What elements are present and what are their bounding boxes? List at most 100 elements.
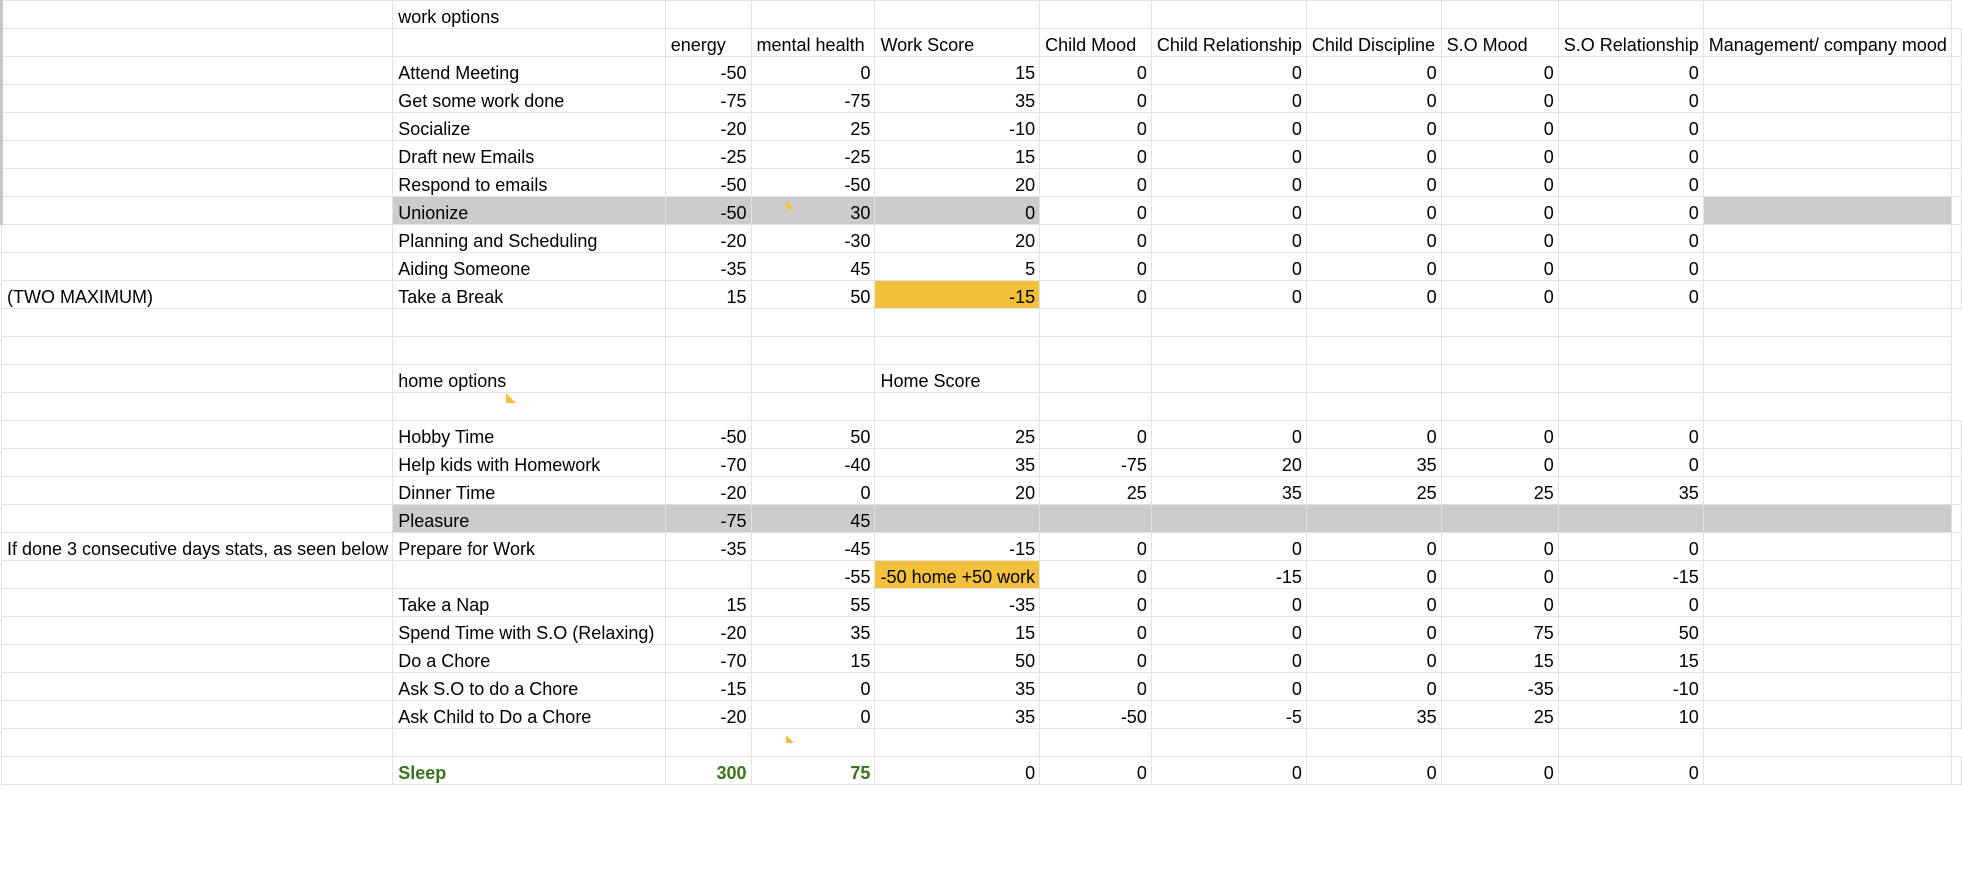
- cell[interactable]: -25: [750, 140, 876, 169]
- cell[interactable]: 75: [1440, 616, 1559, 645]
- cell[interactable]: 0: [1557, 588, 1704, 617]
- cell[interactable]: 0: [1440, 532, 1559, 561]
- cell[interactable]: -35: [874, 588, 1041, 617]
- cell[interactable]: -20: [664, 476, 752, 505]
- cell[interactable]: 0: [1305, 672, 1442, 701]
- cell[interactable]: 0: [1557, 420, 1704, 449]
- row-label[interactable]: Socialize: [392, 112, 666, 141]
- row-label[interactable]: Prepare for Work: [392, 532, 666, 561]
- cell[interactable]: -45: [750, 532, 876, 561]
- cell[interactable]: 55: [750, 588, 876, 617]
- cell[interactable]: 0: [1440, 252, 1559, 281]
- cell[interactable]: -25: [664, 140, 752, 169]
- cell[interactable]: 0: [1039, 140, 1152, 169]
- cell[interactable]: 0: [1305, 420, 1442, 449]
- cell[interactable]: 0: [1039, 560, 1152, 589]
- cell[interactable]: 0: [1557, 112, 1704, 141]
- cell[interactable]: -75: [664, 84, 752, 113]
- cell[interactable]: -20: [664, 616, 752, 645]
- cell[interactable]: 0: [1440, 224, 1559, 253]
- row-label[interactable]: Take a Nap: [392, 588, 666, 617]
- cell[interactable]: 50: [750, 280, 876, 309]
- cell[interactable]: -40: [750, 448, 876, 477]
- header-mental-health[interactable]: mental health: [750, 28, 876, 57]
- cell[interactable]: 0: [1150, 280, 1307, 309]
- highlighted-cell[interactable]: -50 home +50 work: [874, 560, 1041, 589]
- cell[interactable]: 0: [750, 476, 876, 505]
- cell[interactable]: 35: [874, 700, 1041, 729]
- row-label[interactable]: Spend Time with S.O (Relaxing): [392, 616, 666, 645]
- cell[interactable]: 0: [1039, 280, 1152, 309]
- cell[interactable]: -10: [874, 112, 1041, 141]
- cell[interactable]: 35: [874, 84, 1041, 113]
- cell[interactable]: -20: [664, 112, 752, 141]
- row-label[interactable]: Dinner Time: [392, 476, 666, 505]
- cell[interactable]: 0: [1150, 616, 1307, 645]
- cell[interactable]: 0: [1440, 756, 1559, 785]
- row-label[interactable]: Planning and Scheduling: [392, 224, 666, 253]
- header-home-score[interactable]: Home Score: [874, 364, 1041, 393]
- home-options-title[interactable]: home options: [392, 364, 666, 393]
- cell[interactable]: 0: [1039, 588, 1152, 617]
- cell[interactable]: -50: [664, 420, 752, 449]
- cell[interactable]: 0: [1039, 196, 1152, 225]
- cell[interactable]: 0: [1039, 252, 1152, 281]
- row-label[interactable]: Aiding Someone: [392, 252, 666, 281]
- cell[interactable]: 0: [1150, 112, 1307, 141]
- cell[interactable]: 0: [1557, 56, 1704, 85]
- cell[interactable]: 0: [1440, 112, 1559, 141]
- cell[interactable]: 0: [1039, 532, 1152, 561]
- cell[interactable]: 0: [1305, 224, 1442, 253]
- cell[interactable]: -20: [664, 224, 752, 253]
- cell[interactable]: 0: [1150, 420, 1307, 449]
- cell[interactable]: 0: [1557, 756, 1704, 785]
- cell[interactable]: 0: [750, 56, 876, 85]
- cell[interactable]: [664, 560, 752, 589]
- comment-flag-icon[interactable]: [506, 393, 516, 403]
- header-management-mood[interactable]: Management/ company mood: [1702, 28, 1953, 57]
- cell[interactable]: 45: [750, 252, 876, 281]
- cell[interactable]: 0: [1440, 280, 1559, 309]
- cell[interactable]: 15: [664, 588, 752, 617]
- cell[interactable]: -10: [1557, 672, 1704, 701]
- cell[interactable]: 0: [1305, 560, 1442, 589]
- cell[interactable]: 0: [1305, 616, 1442, 645]
- header-so-mood[interactable]: S.O Mood: [1440, 28, 1559, 57]
- cell[interactable]: 35: [874, 672, 1041, 701]
- cell[interactable]: -20: [664, 700, 752, 729]
- cell[interactable]: 0: [750, 700, 876, 729]
- cell[interactable]: 0: [1305, 112, 1442, 141]
- cell[interactable]: -50: [664, 196, 752, 225]
- cell[interactable]: -50: [664, 168, 752, 197]
- cell[interactable]: 20: [1150, 448, 1307, 477]
- cell[interactable]: 0: [1440, 140, 1559, 169]
- header-energy[interactable]: energy: [664, 28, 752, 57]
- cell[interactable]: 0: [1305, 644, 1442, 673]
- header-child-discipline[interactable]: Child Discipline: [1305, 28, 1442, 57]
- cell[interactable]: -75: [750, 84, 876, 113]
- cell[interactable]: 0: [1557, 252, 1704, 281]
- cell[interactable]: -30: [750, 224, 876, 253]
- cell[interactable]: 0: [1039, 56, 1152, 85]
- cell[interactable]: 0: [1039, 84, 1152, 113]
- cell[interactable]: 0: [1039, 168, 1152, 197]
- cell[interactable]: 0: [1305, 196, 1442, 225]
- row-label[interactable]: Pleasure: [392, 504, 666, 533]
- cell[interactable]: 25: [1440, 700, 1559, 729]
- cell[interactable]: 20: [874, 168, 1041, 197]
- cell[interactable]: 0: [1557, 84, 1704, 113]
- cell[interactable]: 0: [1557, 280, 1704, 309]
- cell[interactable]: -70: [664, 644, 752, 673]
- cell[interactable]: 0: [1440, 196, 1559, 225]
- cell[interactable]: 0: [1440, 420, 1559, 449]
- cell[interactable]: 45: [750, 504, 876, 533]
- cell[interactable]: 0: [1039, 672, 1152, 701]
- cell[interactable]: 15: [874, 140, 1041, 169]
- row-label[interactable]: Attend Meeting: [392, 56, 666, 85]
- cell[interactable]: 15: [750, 644, 876, 673]
- cell[interactable]: 35: [874, 448, 1041, 477]
- cell[interactable]: 0: [1557, 224, 1704, 253]
- cell[interactable]: 0: [1150, 140, 1307, 169]
- comment-flag-icon[interactable]: [786, 201, 794, 209]
- cell[interactable]: 35: [750, 616, 876, 645]
